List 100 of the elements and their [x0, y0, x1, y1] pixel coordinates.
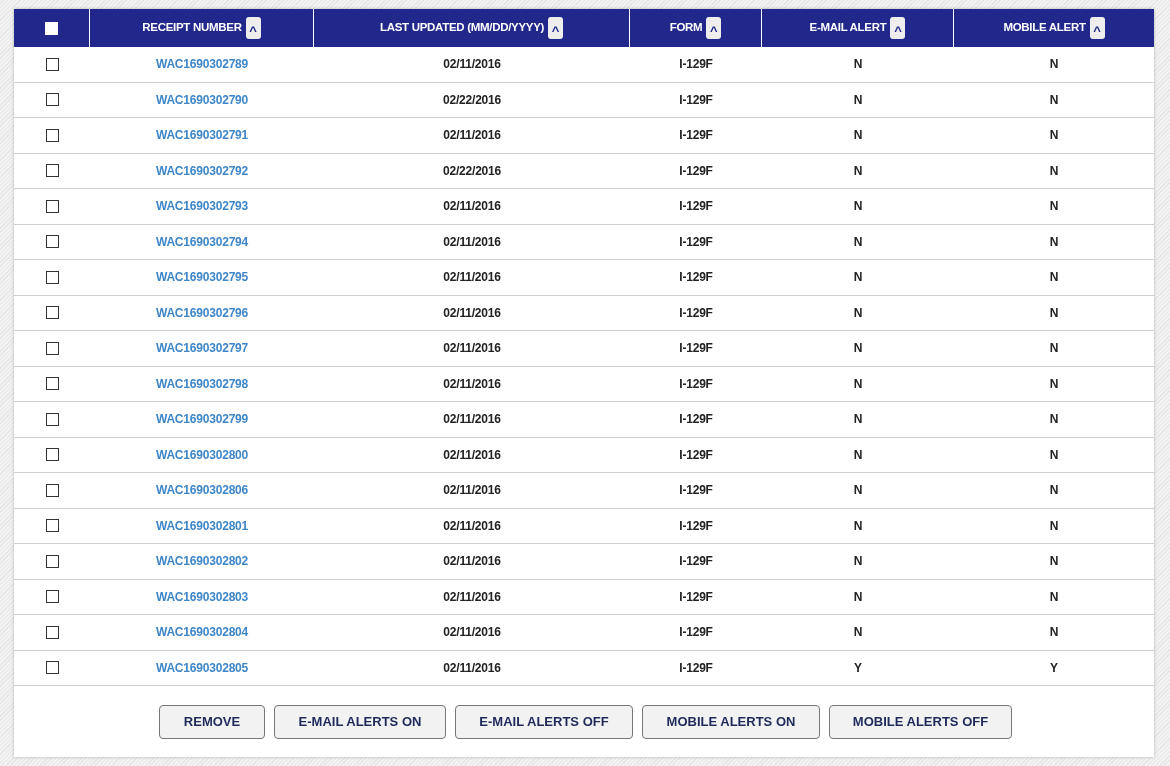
sort-button[interactable]: ^: [706, 17, 722, 39]
checkbox[interactable]: [45, 661, 59, 675]
table-cell-text: 02/11/2016: [443, 588, 501, 606]
table-cell-text: I-129F: [679, 553, 713, 571]
table-cell-text: I-129F: [679, 659, 713, 677]
checkbox[interactable]: [45, 306, 59, 320]
receipt-link[interactable]: WAC1690302805: [155, 658, 249, 677]
table-cell-text: 02/11/2016: [443, 304, 501, 322]
table-cell-text: 02/11/2016: [443, 269, 501, 287]
table-cell-text: I-129F: [679, 375, 713, 393]
column-header: LAST UPDATED (MM/DD/YYYY): [379, 20, 545, 36]
table-cell-text: N: [853, 624, 863, 642]
receipt-link[interactable]: WAC1690302791: [155, 126, 249, 145]
checkbox[interactable]: [45, 128, 59, 142]
table-cell-text: N: [853, 198, 863, 216]
table-cell-text: I-129F: [679, 56, 713, 74]
table-cell-text: N: [853, 340, 863, 358]
receipt-link[interactable]: WAC1690302797: [155, 339, 249, 358]
receipt-link[interactable]: WAC1690302800: [155, 445, 249, 464]
table-cell-text: I-129F: [679, 91, 713, 109]
table-cell-text: N: [853, 588, 863, 606]
table-cell-text: I-129F: [679, 304, 713, 322]
table-cell-text: Y: [854, 659, 862, 677]
checkbox[interactable]: [45, 341, 59, 355]
action-button[interactable]: E-MAIL ALERTS ON: [274, 705, 446, 739]
receipt-link[interactable]: WAC1690302802: [155, 552, 249, 571]
table-cell-text: N: [1049, 375, 1059, 393]
sort-button[interactable]: ^: [890, 17, 906, 39]
checkbox[interactable]: [45, 448, 59, 462]
action-button[interactable]: E-MAIL ALERTS OFF: [455, 705, 633, 739]
table-cell-text: N: [853, 162, 863, 180]
action-button[interactable]: REMOVE: [159, 705, 265, 739]
table-cell-text: 02/11/2016: [443, 375, 501, 393]
table-cell-text: N: [1049, 482, 1059, 500]
checkbox[interactable]: [45, 519, 59, 533]
table-cell-text: 02/11/2016: [443, 340, 501, 358]
table-cell-text: N: [853, 91, 863, 109]
table-cell-text: 02/11/2016: [443, 127, 501, 145]
column-header: FORM: [669, 20, 703, 36]
checkbox[interactable]: [45, 270, 59, 284]
checkbox[interactable]: [45, 377, 59, 391]
receipt-link[interactable]: WAC1690302796: [155, 303, 249, 322]
table-cell-text: 02/11/2016: [443, 553, 501, 571]
table-cell-text: I-129F: [679, 269, 713, 287]
receipt-link[interactable]: WAC1690302789: [155, 55, 249, 74]
table-cell-text: 02/22/2016: [442, 162, 502, 180]
table-cell-text: N: [1049, 233, 1059, 251]
checkbox[interactable]: [45, 235, 59, 249]
table-cell-text: 02/11/2016: [443, 198, 501, 216]
table-cell-text: 02/22/2016: [442, 91, 502, 109]
checkbox[interactable]: [45, 164, 59, 178]
table-cell-text: 02/11/2016: [443, 446, 501, 464]
checkbox[interactable]: [45, 554, 59, 568]
checkbox[interactable]: [45, 57, 59, 71]
table-cell-text: I-129F: [679, 411, 713, 429]
table-cell-text: N: [853, 233, 863, 251]
table-cell-text: N: [853, 482, 863, 500]
table-cell-text: N: [853, 375, 863, 393]
table-cell-text: N: [1049, 127, 1059, 145]
table-cell-text: I-129F: [679, 446, 713, 464]
column-header: MOBILE ALERT: [1003, 20, 1086, 36]
sort-button[interactable]: ^: [1089, 17, 1105, 39]
sort-button[interactable]: ^: [245, 17, 261, 39]
table-cell-text: I-129F: [679, 162, 713, 180]
receipt-link[interactable]: WAC1690302794: [155, 232, 249, 251]
table-cell-text: N: [1049, 624, 1059, 642]
table-cell-text: I-129F: [679, 198, 713, 216]
checkbox[interactable]: [45, 483, 59, 497]
receipt-link[interactable]: WAC1690302803: [155, 587, 249, 606]
receipt-link[interactable]: WAC1690302799: [155, 410, 249, 429]
checkbox[interactable]: [45, 625, 59, 639]
table-cell-text: N: [853, 411, 863, 429]
column-header: RECEIPT NUMBER: [142, 20, 242, 36]
table-cell-text: N: [853, 446, 863, 464]
receipt-link[interactable]: WAC1690302798: [155, 374, 249, 393]
table-cell-text: N: [1049, 56, 1059, 74]
checkbox[interactable]: [45, 93, 59, 107]
table-cell-text: N: [853, 553, 863, 571]
checkbox[interactable]: [45, 199, 59, 213]
sort-button[interactable]: ^: [548, 17, 564, 39]
table-cell-text: I-129F: [679, 340, 713, 358]
table-cell-text: N: [1049, 91, 1059, 109]
receipt-link[interactable]: WAC1690302806: [155, 481, 249, 500]
checkbox[interactable]: [45, 590, 59, 604]
receipt-link[interactable]: WAC1690302795: [155, 268, 249, 287]
table-cell-text: N: [853, 517, 863, 535]
table-cell-text: N: [1049, 588, 1059, 606]
table-cell-text: N: [1049, 446, 1059, 464]
receipt-link[interactable]: WAC1690302790: [155, 90, 249, 109]
receipt-link[interactable]: WAC1690302801: [155, 516, 249, 535]
receipt-link[interactable]: WAC1690302792: [155, 161, 249, 180]
table-cell-text: 02/11/2016: [443, 56, 501, 74]
table-cell-text: N: [1049, 198, 1059, 216]
action-button[interactable]: MOBILE ALERTS OFF: [829, 705, 1012, 739]
receipt-link[interactable]: WAC1690302804: [155, 623, 249, 642]
action-button[interactable]: MOBILE ALERTS ON: [642, 705, 820, 739]
table-cell-text: I-129F: [679, 517, 713, 535]
checkbox[interactable]: [45, 412, 59, 426]
table-cell-text: 02/11/2016: [443, 624, 501, 642]
receipt-link[interactable]: WAC1690302793: [155, 197, 249, 216]
